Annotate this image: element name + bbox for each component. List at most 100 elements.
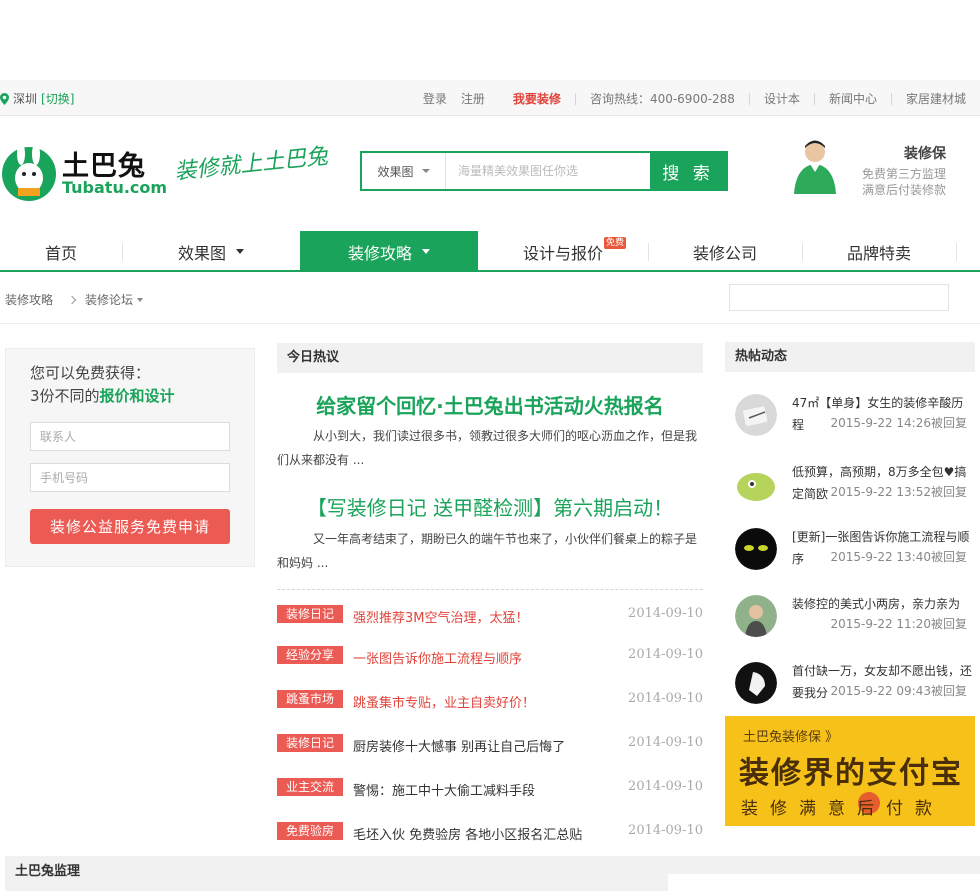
news-title[interactable]: 一张图告诉你施工流程与顺序 (353, 648, 522, 667)
design-book-link[interactable]: 设计本 (764, 90, 800, 107)
summary-1: 从小到大，我们读过很多书，领教过很多大师们的呕心沥血之作，但是我们从来都没有 .… (277, 429, 698, 467)
city-switch-link[interactable]: [切换] (41, 90, 74, 107)
guarantee-line-1: 免费第三方监理 (861, 167, 946, 181)
apply-button[interactable]: 装修公益服务免费申请 (30, 509, 230, 544)
guarantee-banner[interactable]: 土巴兔装修保 》 装修界的支付宝 装修满意后付款 (725, 716, 975, 826)
logo-domain: Tubatu.com (62, 178, 168, 197)
nav-guide[interactable]: 装修攻略 (300, 231, 478, 272)
home-mall-link[interactable]: 家居建材城 (906, 90, 966, 107)
nav-label: 装修公司 (692, 243, 757, 263)
breadcrumb-current[interactable]: 装修论坛 (85, 291, 133, 308)
news-tag[interactable]: 经验分享 (277, 646, 344, 664)
news-row[interactable]: 免费验房 毛坯入伙 免费验房 各地小区报名汇总贴 2014-09-10 (277, 822, 703, 843)
news-row[interactable]: 业主交流 警惕：施工中十大偷工减料手段 2014-09-10 (277, 778, 703, 799)
hot-post-item[interactable]: 47㎡【单身】女生的装修辛酸历程 2015-9-22 14:26被回复 (725, 388, 975, 444)
nav-companies[interactable]: 装修公司 (648, 231, 802, 272)
news-row[interactable]: 装修日记 强烈推荐3M空气治理，太猛！ 2014-09-10 (277, 605, 703, 626)
news-row[interactable]: 跳蚤市场 跳蚤集市专贴，业主自卖好价！ 2014-09-10 (277, 690, 703, 711)
news-date: 2014-09-10 (628, 735, 703, 750)
contact-name-input[interactable] (30, 422, 230, 451)
post-meta: 2015-9-22 13:40被回复 (828, 548, 967, 565)
site-header: 土巴兔 Tubatu.com 装修就上土巴兔 效果图 搜 索 装修保 免费第三方… (0, 116, 980, 231)
slogan: 装修就上土巴兔 (173, 144, 330, 185)
search-category-value: 效果图 (377, 164, 414, 179)
divider (956, 243, 957, 261)
post-meta: 2015-9-22 09:43被回复 (828, 682, 967, 699)
news-row[interactable]: 经验分享 一张图告诉你施工流程与顺序 2014-09-10 (277, 646, 703, 667)
search-button[interactable]: 搜 索 (650, 153, 726, 189)
news-date: 2014-09-10 (628, 691, 703, 706)
breadcrumb: 装修攻略 装修论坛 (5, 291, 144, 308)
post-meta: 2015-9-22 11:20被回复 (828, 615, 967, 632)
nav-label: 装修攻略 (347, 243, 412, 263)
news-tag[interactable]: 跳蚤市场 (277, 690, 344, 708)
divider (277, 589, 703, 590)
post-meta: 2015-9-22 13:52被回复 (828, 483, 967, 500)
guarantee-line-2: 满意后付装修款 (861, 183, 946, 197)
news-title[interactable]: 警惕：施工中十大偷工减料手段 (353, 780, 535, 799)
divider (813, 92, 815, 105)
news-title[interactable]: 厨房装修十大憾事 别再让自己后悔了 (353, 736, 565, 755)
news-row[interactable]: 装修日记 厨房装修十大憾事 别再让自己后悔了 2014-09-10 (277, 734, 703, 755)
news-title[interactable]: 强烈推荐3M空气治理，太猛！ (353, 607, 529, 626)
search-input[interactable] (446, 153, 650, 189)
post-avatar (735, 394, 777, 436)
nav-label: 品牌特卖 (846, 243, 911, 263)
news-tag[interactable]: 免费验房 (277, 822, 344, 840)
banner-title: 装修界的支付宝 (739, 756, 963, 791)
city-selector[interactable]: 深圳 [切换] (0, 90, 74, 107)
divider (0, 323, 980, 324)
news-date: 2014-09-10 (628, 779, 703, 794)
news-tag[interactable]: 装修日记 (277, 734, 344, 752)
banner-subtitle: 土巴兔装修保 》 (743, 730, 839, 745)
form-intro-highlight: 报价和设计 (99, 387, 175, 405)
city-name: 深圳 (13, 92, 38, 106)
divider (890, 92, 892, 105)
news-tag[interactable]: 装修日记 (277, 605, 344, 623)
chevron-right-icon (67, 295, 77, 304)
main-nav: 首页 效果图 装修攻略 设计与报价 免费 装修公司 品牌特卖 (0, 231, 980, 272)
breadcrumb-root[interactable]: 装修攻略 (5, 291, 53, 308)
hot-post-item[interactable]: 首付缺一万，女友却不愿出钱，还要我分手 2015-9-22 09:43被回复 (725, 656, 975, 712)
nav-brand-sale[interactable]: 品牌特卖 (802, 231, 956, 272)
hotline-text: 咨询热线：400-6900-288 (589, 92, 735, 106)
location-pin-icon (0, 92, 9, 105)
forum-search-box[interactable] (729, 284, 949, 311)
hot-post-item[interactable]: [更新]一张图告诉你施工流程与顺序 2015-9-22 13:40被回复 (725, 522, 975, 578)
summary-2: 又一年高考结束了，期盼已久的端午节也来了，小伙伴们餐桌上的粽子是和妈妈 ... (277, 532, 698, 570)
headline-2[interactable]: 【写装修日记 送甲醛检测】第六期启动！ (277, 492, 703, 521)
nav-effects[interactable]: 效果图 (122, 231, 300, 272)
news-date: 2014-09-10 (628, 606, 703, 621)
chevron-down-icon[interactable] (137, 297, 144, 302)
register-link[interactable]: 注册 (461, 90, 485, 107)
site-logo[interactable]: 土巴兔 Tubatu.com (0, 142, 167, 204)
news-title[interactable]: 毛坯入伙 免费验房 各地小区报名汇总贴 (353, 824, 582, 843)
login-link[interactable]: 登录 (423, 90, 447, 107)
free-badge: 免费 (604, 237, 627, 249)
divider (574, 92, 576, 105)
top-bar: 深圳 [切换] 登录 注册 我要装修 咨询热线：400-6900-288 设计本… (0, 80, 980, 116)
news-date: 2014-09-10 (628, 823, 703, 838)
search-category-select[interactable]: 效果图 (362, 153, 446, 189)
nav-label: 首页 (44, 243, 77, 263)
form-intro-prefix: 3份不同的 (30, 387, 100, 405)
nav-home[interactable]: 首页 (0, 231, 122, 272)
news-title[interactable]: 跳蚤集市专贴，业主自卖好价！ (353, 692, 535, 711)
search-bar: 效果图 搜 索 (360, 151, 728, 191)
news-tag[interactable]: 业主交流 (277, 778, 344, 796)
headline-1[interactable]: 给家留个回忆·土巴兔出书活动火热报名 (277, 390, 703, 419)
top-links: 登录 注册 我要装修 咨询热线：400-6900-288 设计本 新闻中心 家居… (423, 90, 966, 107)
post-avatar (735, 662, 777, 704)
supervisor-avatar (794, 140, 836, 194)
today-hot-header: 今日热议 (277, 343, 703, 373)
chevron-down-icon (236, 249, 244, 254)
post-avatar (735, 528, 777, 570)
phone-input[interactable] (30, 463, 230, 492)
hot-post-item[interactable]: 装修控的美式小两房，亲力亲为 2015-9-22 11:20被回复 (725, 589, 975, 645)
hot-post-item[interactable]: 低预算，高预期，8万多全包♥搞定简欧地中 2015-9-22 13:52被回复 (725, 457, 975, 513)
renovate-link[interactable]: 我要装修 (513, 90, 561, 107)
news-center-link[interactable]: 新闻中心 (829, 90, 877, 107)
guarantee-title[interactable]: 装修保 (870, 143, 946, 163)
post-avatar (735, 463, 777, 505)
hot-posts-header: 热帖动态 (725, 342, 975, 372)
